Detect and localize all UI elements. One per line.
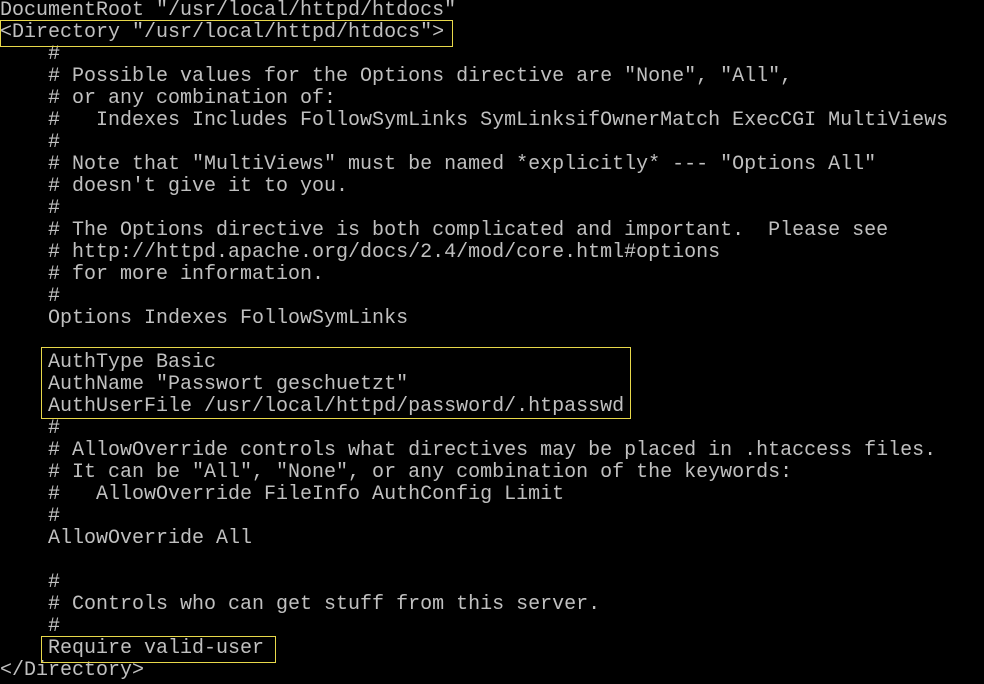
config-line: </Directory> — [0, 659, 145, 682]
config-line: Options Indexes FollowSymLinks — [0, 307, 409, 330]
comment-line: # Controls who can get stuff from this s… — [0, 593, 601, 616]
comment-line: # — [0, 505, 61, 528]
comment-line: # It can be "All", "None", or any combin… — [0, 461, 793, 484]
config-line: AuthType Basic — [0, 351, 217, 374]
comment-line: # Indexes Includes FollowSymLinks SymLin… — [0, 109, 949, 132]
comment-line: # — [0, 197, 61, 220]
comment-line: # Possible values for the Options direct… — [0, 65, 793, 88]
comment-line: # AllowOverride FileInfo AuthConfig Limi… — [0, 483, 565, 506]
comment-line: # for more information. — [0, 263, 325, 286]
config-line: AuthName "Passwort geschuetzt" — [0, 373, 409, 396]
comment-line: # AllowOverride controls what directives… — [0, 439, 937, 462]
comment-line: # — [0, 417, 61, 440]
comment-line: # http://httpd.apache.org/docs/2.4/mod/c… — [0, 241, 721, 264]
config-line: Require valid-user — [0, 637, 265, 660]
config-line: <Directory "/usr/local/httpd/htdocs"> — [0, 21, 445, 44]
comment-line: # — [0, 571, 61, 594]
config-line: AllowOverride All — [0, 527, 253, 550]
comment-line: # The Options directive is both complica… — [0, 219, 889, 242]
comment-line: # or any combination of: — [0, 87, 337, 110]
comment-line: # — [0, 131, 61, 154]
config-line: DocumentRoot "/usr/local/httpd/htdocs" — [0, 0, 457, 22]
comment-line: # — [0, 43, 61, 66]
config-line: AuthUserFile /usr/local/httpd/password/.… — [0, 395, 625, 418]
comment-line: # doesn't give it to you. — [0, 175, 349, 198]
comment-line: # — [0, 615, 61, 638]
terminal-window[interactable]: DocumentRoot "/usr/local/httpd/htdocs" <… — [0, 0, 984, 684]
comment-line: # Note that "MultiViews" must be named *… — [0, 153, 877, 176]
comment-line: # — [0, 285, 61, 308]
